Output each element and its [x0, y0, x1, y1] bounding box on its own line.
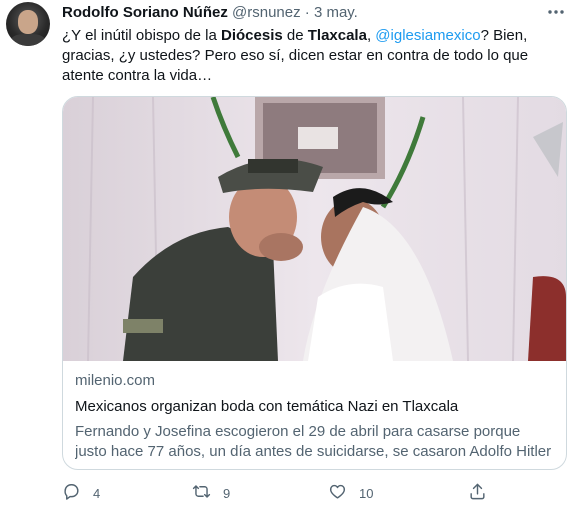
avatar-face: [18, 10, 38, 34]
card-domain: milenio.com: [75, 372, 156, 389]
separator-dot: ·: [304, 4, 310, 21]
retweet-count: 9: [223, 485, 231, 501]
tweet-header: Rodolfo Soriano Núñez @rsnunez · 3 may.: [62, 4, 358, 22]
retweet-arrows-icon: [192, 482, 211, 504]
author-handle[interactable]: @rsnunez: [232, 4, 301, 21]
retweet-button[interactable]: 9: [192, 482, 230, 504]
share-upload-icon: [468, 482, 487, 504]
card-title[interactable]: Mexicanos organizan boda con temática Na…: [75, 397, 555, 417]
tweet-text: ¿Y el inútil obispo de la Diócesis de Tl…: [62, 26, 562, 86]
hashtag-diocesis: Diócesis: [221, 27, 283, 44]
hashtag-tlaxcala: Tlaxcala: [307, 27, 367, 44]
like-button[interactable]: 10: [328, 482, 373, 504]
tweet-text-part: de: [282, 27, 308, 44]
more-dots-icon[interactable]: [546, 2, 566, 22]
tweet-actions: 4 9 10: [62, 482, 562, 506]
link-card[interactable]: milenio.com Mexicanos organizan boda con…: [62, 96, 567, 470]
share-button[interactable]: [468, 482, 487, 504]
mention-link[interactable]: @iglesiamexico: [375, 27, 480, 44]
card-description: Fernando y Josefina escogieron el 29 de …: [75, 423, 552, 460]
card-image[interactable]: [63, 97, 566, 361]
reply-button[interactable]: 4: [62, 482, 100, 504]
avatar[interactable]: [6, 2, 50, 46]
reply-count: 4: [93, 485, 101, 501]
heart-icon: [328, 482, 347, 504]
reply-bubble-icon: [62, 482, 81, 504]
tweet[interactable]: Rodolfo Soriano Núñez @rsnunez · 3 may. …: [0, 0, 574, 512]
wedding-photo: [63, 97, 566, 361]
tweet-text-part: ¿Y el inútil obispo de la: [62, 27, 221, 44]
author-name[interactable]: Rodolfo Soriano Núñez: [62, 4, 228, 21]
like-count: 10: [359, 485, 374, 501]
card-meta: milenio.com Mexicanos organizan boda con…: [75, 371, 555, 462]
avatar-shirt: [10, 34, 46, 46]
tweet-timestamp[interactable]: 3 may.: [314, 4, 358, 21]
